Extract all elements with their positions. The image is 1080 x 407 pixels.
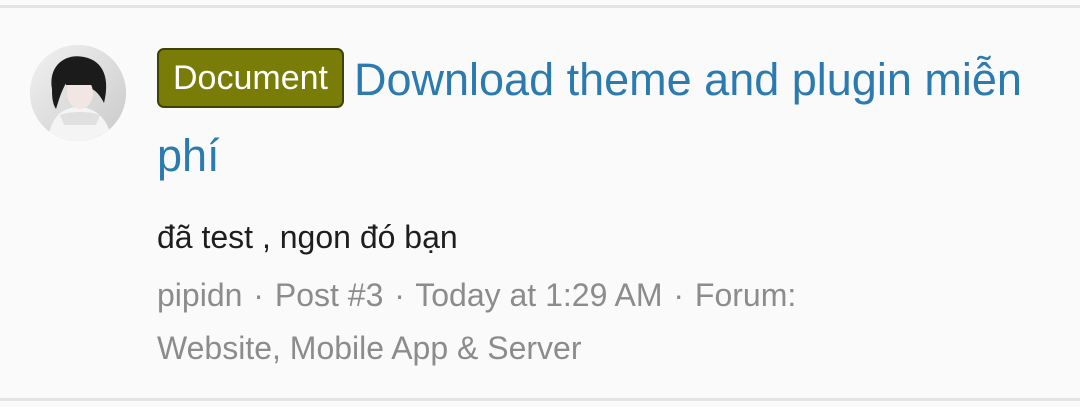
forum-label: Forum: <box>694 277 797 313</box>
result-snippet: đã test , ngon đó bạn <box>157 219 458 255</box>
author-link[interactable]: pipidn <box>157 277 242 313</box>
top-divider <box>0 0 1080 8</box>
avatar[interactable] <box>30 45 126 141</box>
forum-link[interactable]: Website, Mobile App & Server <box>157 330 582 366</box>
post-number-link[interactable]: Post #3 <box>275 277 384 313</box>
result-content: Document Download theme and plugin miễn p… <box>157 42 1057 375</box>
search-result-item[interactable]: Document Download theme and plugin miễn p… <box>0 8 1080 398</box>
bottom-divider <box>0 398 1080 407</box>
prefix-badge[interactable]: Document <box>157 48 344 108</box>
meta-separator: · <box>253 277 264 313</box>
meta-separator: · <box>673 277 685 313</box>
result-meta: pipidn · Post #3 · Today at 1:29 AM · Fo… <box>157 269 1057 375</box>
meta-separator: · <box>394 277 405 313</box>
post-time: Today at 1:29 AM <box>415 277 663 313</box>
result-title[interactable]: Document Download theme and plugin miễn p… <box>157 42 1057 194</box>
